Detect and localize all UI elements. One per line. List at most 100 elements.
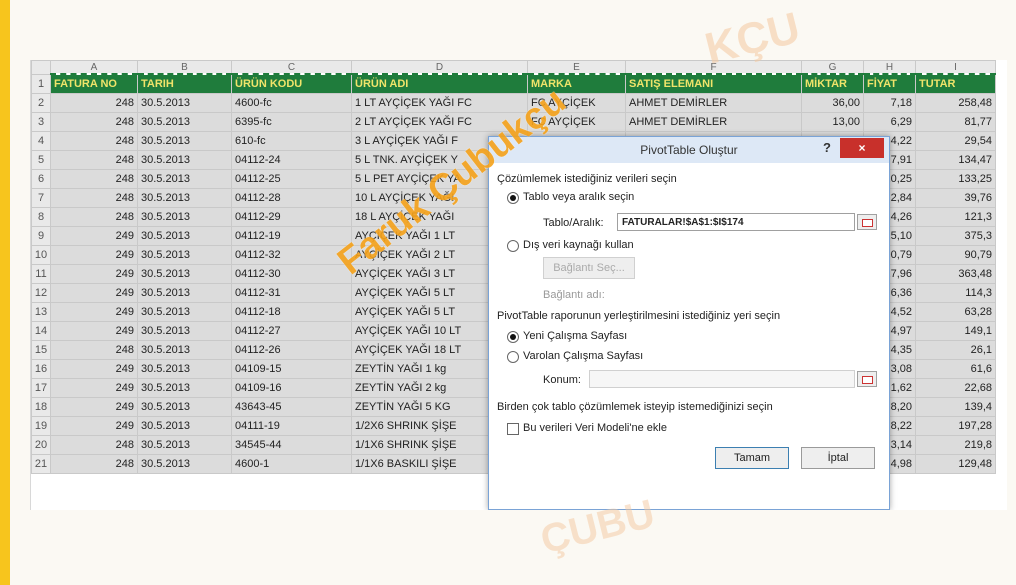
cell[interactable]: 90,79 (915, 245, 996, 265)
column-header[interactable]: F (625, 60, 802, 75)
cell[interactable]: 249 (50, 302, 138, 322)
cell[interactable]: 4600-1 (231, 454, 352, 474)
cell[interactable]: 248 (50, 188, 138, 208)
radio-external-source[interactable] (507, 240, 519, 252)
row-number[interactable]: 4 (31, 131, 51, 151)
row-number[interactable]: 16 (31, 359, 51, 379)
cell[interactable]: 81,77 (915, 112, 996, 132)
row-number[interactable]: 2 (31, 93, 51, 113)
cell[interactable]: 248 (50, 150, 138, 170)
cell[interactable]: 139,4 (915, 397, 996, 417)
cell[interactable]: 04112-29 (231, 207, 352, 227)
row-number[interactable]: 1 (31, 73, 51, 94)
cancel-button[interactable]: İptal (801, 447, 875, 469)
column-header[interactable]: A (50, 60, 138, 75)
row-number[interactable]: 14 (31, 321, 51, 341)
cell[interactable]: 248 (50, 207, 138, 227)
cell[interactable]: 248 (50, 169, 138, 189)
cell[interactable]: 04112-24 (231, 150, 352, 170)
cell[interactable]: 114,3 (915, 283, 996, 303)
cell[interactable]: 249 (50, 264, 138, 284)
cell[interactable]: 249 (50, 321, 138, 341)
cell[interactable]: 04112-32 (231, 245, 352, 265)
column-header[interactable]: B (137, 60, 232, 75)
cell[interactable]: 61,6 (915, 359, 996, 379)
column-header[interactable]: H (863, 60, 916, 75)
cell[interactable]: 63,28 (915, 302, 996, 322)
cell[interactable]: 04109-15 (231, 359, 352, 379)
cell[interactable]: 149,1 (915, 321, 996, 341)
cell[interactable]: 133,25 (915, 169, 996, 189)
cell[interactable]: 363,48 (915, 264, 996, 284)
header-cell[interactable]: MİKTAR (801, 73, 864, 94)
cell[interactable]: FC AYÇİÇEK (527, 93, 626, 113)
cell[interactable]: 22,68 (915, 378, 996, 398)
row-number[interactable]: 3 (31, 112, 51, 132)
cell[interactable]: 248 (50, 454, 138, 474)
cell[interactable]: 30.5.2013 (137, 226, 232, 246)
cell[interactable]: 30.5.2013 (137, 150, 232, 170)
cell[interactable]: 6,29 (863, 112, 916, 132)
cell[interactable]: 04112-25 (231, 169, 352, 189)
cell[interactable]: 121,3 (915, 207, 996, 227)
cell[interactable]: 6395-fc (231, 112, 352, 132)
row-number[interactable]: 17 (31, 378, 51, 398)
cell[interactable]: 249 (50, 283, 138, 303)
header-cell[interactable]: TARIH (137, 73, 232, 94)
row-number[interactable]: 8 (31, 207, 51, 227)
cell[interactable]: 30.5.2013 (137, 454, 232, 474)
cell[interactable]: 249 (50, 359, 138, 379)
cell[interactable]: 30.5.2013 (137, 302, 232, 322)
cell[interactable]: 30.5.2013 (137, 188, 232, 208)
cell[interactable]: 29,54 (915, 131, 996, 151)
cell[interactable]: 30.5.2013 (137, 264, 232, 284)
cell[interactable]: 30.5.2013 (137, 378, 232, 398)
location-picker-icon[interactable] (857, 371, 877, 387)
cell[interactable]: 30.5.2013 (137, 435, 232, 455)
row-number[interactable]: 15 (31, 340, 51, 360)
cell[interactable]: 30.5.2013 (137, 397, 232, 417)
column-header[interactable]: I (915, 60, 996, 75)
cell[interactable]: 197,28 (915, 416, 996, 436)
cell[interactable]: 134,47 (915, 150, 996, 170)
header-cell[interactable]: FİYAT (863, 73, 916, 94)
row-number[interactable]: 11 (31, 264, 51, 284)
location-input[interactable] (589, 370, 855, 388)
cell[interactable]: 249 (50, 226, 138, 246)
cell[interactable]: AHMET DEMİRLER (625, 112, 802, 132)
header-cell[interactable]: SATIŞ ELEMANI (625, 73, 802, 94)
cell[interactable]: 04112-30 (231, 264, 352, 284)
cell[interactable]: 30.5.2013 (137, 131, 232, 151)
row-number[interactable]: 13 (31, 302, 51, 322)
cell[interactable]: 30.5.2013 (137, 93, 232, 113)
row-number[interactable]: 12 (31, 283, 51, 303)
cell[interactable]: 219,8 (915, 435, 996, 455)
cell[interactable]: 30.5.2013 (137, 112, 232, 132)
cell[interactable]: 249 (50, 245, 138, 265)
radio-table-range[interactable] (507, 192, 519, 204)
cell[interactable]: 04111-19 (231, 416, 352, 436)
cell[interactable]: 375,3 (915, 226, 996, 246)
cell[interactable]: 30.5.2013 (137, 359, 232, 379)
cell[interactable]: 610-fc (231, 131, 352, 151)
radio-existing-worksheet[interactable] (507, 351, 519, 363)
cell[interactable]: 04112-27 (231, 321, 352, 341)
header-cell[interactable]: FATURA NO (50, 73, 138, 94)
close-button[interactable]: × (840, 138, 884, 158)
cell[interactable]: 249 (50, 378, 138, 398)
cell[interactable]: 04109-16 (231, 378, 352, 398)
cell[interactable]: 2 LT AYÇİÇEK YAĞI FC (351, 112, 528, 132)
cell[interactable]: 36,00 (801, 93, 864, 113)
header-cell[interactable]: ÜRÜN KODU (231, 73, 352, 94)
row-number[interactable]: 9 (31, 226, 51, 246)
radio-new-worksheet[interactable] (507, 331, 519, 343)
cell[interactable]: 04112-19 (231, 226, 352, 246)
cell[interactable]: 43643-45 (231, 397, 352, 417)
range-input[interactable]: FATURALAR!$A$1:$I$174 (617, 213, 855, 231)
choose-connection-button[interactable]: Bağlantı Seç... (543, 257, 635, 279)
cell[interactable]: 4600-fc (231, 93, 352, 113)
row-number[interactable]: 7 (31, 188, 51, 208)
cell[interactable]: 13,00 (801, 112, 864, 132)
row-number[interactable]: 6 (31, 169, 51, 189)
column-header[interactable]: D (351, 60, 528, 75)
